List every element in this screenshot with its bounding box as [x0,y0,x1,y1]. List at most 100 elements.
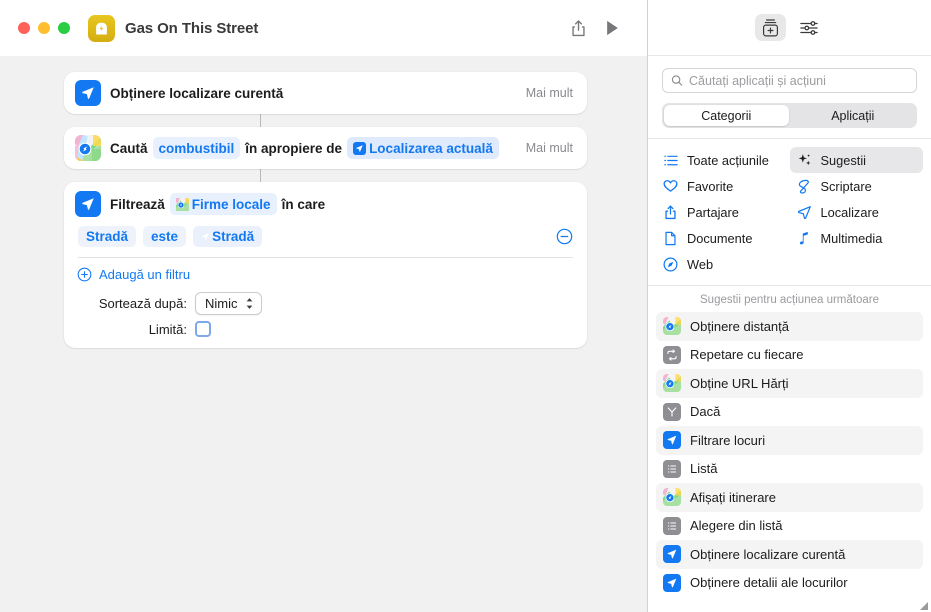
maps-icon [75,135,101,161]
close-button[interactable] [18,22,30,34]
action-word-search: Caută [110,140,148,156]
search-box[interactable] [662,68,917,93]
action-word-near: în apropiere de [245,140,343,156]
share-button[interactable] [561,13,595,43]
token-current-location[interactable]: Localizarea actuală [347,137,499,159]
suggestion-item[interactable]: Obținere detalii ale locurilor [656,569,923,598]
suggestion-item[interactable]: Obține URL Hărți [656,369,923,398]
script-icon [797,179,812,194]
maps-icon [663,488,681,507]
condition-field[interactable]: Stradă [78,226,137,247]
library-segmented-control: Categorii Aplicații [662,103,917,128]
suggestions-list: Obținere distanță Repetare cu fiecare Ob… [648,312,931,597]
category-item-partajare[interactable]: Partajare [656,199,790,225]
location-arrow-icon [75,80,101,106]
suggestion-label: Obține URL Hărți [690,375,789,391]
suggestion-item[interactable]: Filtrare locuri [656,426,923,455]
suggestion-item[interactable]: Dacă [656,398,923,427]
remove-filter-button[interactable] [556,228,573,245]
suggestion-item[interactable]: Repetare cu fiecare [656,341,923,370]
location-arrow-icon [663,545,681,564]
sort-by-value: Nimic [205,296,238,311]
action-word-where: în care [281,196,326,212]
suggestion-item[interactable]: Alegere din listă [656,512,923,541]
condition-value[interactable]: Stradă [193,226,263,247]
location-arrow-icon [797,205,812,220]
category-label: Partajare [687,204,739,220]
action-title: Obținere localizare curentă [110,85,284,101]
document-icon [663,231,678,246]
action-connector [260,169,261,182]
action-card-search-local-businesses[interactable]: Caută combustibil în apropiere de Locali… [64,127,587,169]
traffic-lights [18,22,70,34]
category-item-toate-actiunile[interactable]: Toate acțiunile [656,147,790,173]
sidebar-titlebar [648,0,931,56]
heart-icon [663,179,678,194]
category-item-favorite[interactable]: Favorite [656,173,790,199]
category-label: Documente [687,230,753,246]
filter-condition-row: Stradă este Stradă [64,224,587,257]
action-card-filter-places[interactable]: Filtrează Firme locale în care Stradă es… [64,182,587,348]
sort-by-row: Sortează după: Nimic [64,291,587,320]
token-query[interactable]: combustibil [152,137,241,159]
minimize-button[interactable] [38,22,50,34]
suggestion-item[interactable]: Obținere distanță [656,312,923,341]
workflow-title[interactable]: Gas On This Street [125,20,258,37]
category-item-scriptare[interactable]: Scriptare [790,173,924,199]
search-input[interactable] [689,73,908,88]
suggestion-label: Obținere localizare curentă [690,546,846,562]
library-sidebar: Categorii Aplicații Toate acțiunile [648,0,931,612]
action-connector [260,114,261,127]
suggestions-header: Sugestii pentru acțiunea următoare [700,294,879,306]
condition-value-label: Stradă [212,229,255,244]
chevron-updown-icon [246,298,252,309]
search-container [648,56,931,101]
share-icon [663,205,678,220]
add-filter-label: Adaugă un filtru [99,267,191,282]
resize-grip[interactable] [917,598,929,610]
limit-label: Limită: [148,321,187,337]
sparkles-icon [797,153,812,168]
play-button[interactable] [595,13,629,43]
sort-by-label: Sortează după: [98,296,187,311]
tab-apps[interactable]: Aplicații [791,105,916,126]
category-item-sugestii[interactable]: Sugestii [789,147,923,173]
add-filter-button[interactable]: Adaugă un filtru [64,258,587,291]
suggestion-item[interactable]: Obținere localizare curentă [656,540,923,569]
token-label: Localizarea actuală [369,140,493,156]
more-button[interactable]: Mai mult [514,86,573,100]
category-label: Localizare [820,204,879,220]
action-word-filter: Filtrează [110,196,165,212]
list-icon [663,459,681,478]
sliders-icon[interactable] [794,14,825,41]
limit-checkbox[interactable] [195,321,211,337]
category-label: Sugestii [820,152,867,168]
action-card-get-current-location[interactable]: Obținere localizare curentă Mai mult [64,72,587,114]
suggestion-label: Obținere distanță [690,318,790,334]
window-titlebar: Gas On This Street [0,0,647,56]
editor-pane: Gas On This Street Obținere localizare c… [0,0,648,612]
location-arrow-icon [75,191,101,217]
branch-icon [663,402,681,421]
suggestion-label: Alegere din listă [690,518,783,534]
action-library-icon[interactable] [754,14,786,41]
category-item-multimedia[interactable]: Multimedia [790,225,924,251]
category-item-localizare[interactable]: Localizare [790,199,924,225]
tab-categories[interactable]: Categorii [664,105,789,126]
suggestion-item[interactable]: Listă [656,455,923,484]
suggestion-label: Afișați itinerare [690,489,776,505]
maps-icon [663,317,681,336]
sort-by-select[interactable]: Nimic [195,292,262,315]
safari-compass-icon [663,257,678,272]
suggestion-label: Dacă [690,404,721,420]
repeat-icon [663,345,681,364]
token-local-businesses[interactable]: Firme locale [169,193,277,215]
suggestion-label: Listă [690,461,718,477]
suggestion-item[interactable]: Afișați itinerare [656,483,923,512]
category-item-documente[interactable]: Documente [656,225,790,251]
more-button[interactable]: Mai mult [514,141,573,155]
condition-operator[interactable]: este [143,226,187,247]
workflow-canvas: Obținere localizare curentă Mai mult Cau… [0,56,647,612]
category-item-web[interactable]: Web [656,251,790,277]
zoom-button[interactable] [58,22,70,34]
